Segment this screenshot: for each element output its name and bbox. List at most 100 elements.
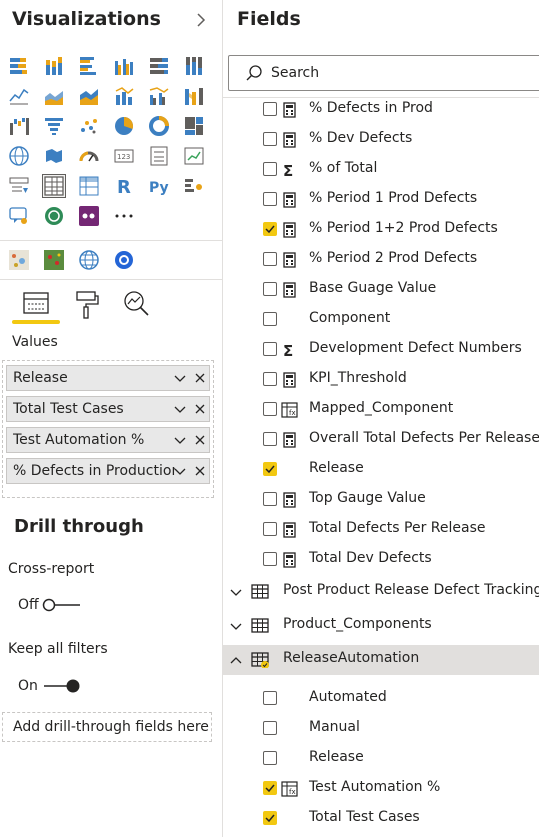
field-row[interactable]: fx Mapped_Component xyxy=(223,395,539,425)
field-checkbox[interactable] xyxy=(263,132,277,146)
slicer-icon[interactable] xyxy=(8,175,30,197)
field-row[interactable]: Σ Development Defect Numbers xyxy=(223,335,539,365)
field-row[interactable]: Σ % of Total xyxy=(223,155,539,185)
r-script-visual-icon[interactable]: R xyxy=(113,175,135,197)
field-row[interactable]: KPI_Threshold xyxy=(223,365,539,395)
analytics-magnifier-icon[interactable] xyxy=(116,287,156,323)
100-stacked-column-chart-icon[interactable] xyxy=(183,55,205,77)
field-checkbox[interactable] xyxy=(263,282,277,296)
field-row[interactable]: Component xyxy=(223,305,539,335)
field-row[interactable]: Overall Total Defects Per Release xyxy=(223,425,539,455)
gauge-icon[interactable] xyxy=(78,145,100,167)
kpi-icon[interactable] xyxy=(183,145,205,167)
field-checkbox[interactable] xyxy=(263,492,277,506)
remove-field-icon[interactable] xyxy=(193,402,207,416)
chevron-down-icon[interactable] xyxy=(173,402,187,416)
line-and-stacked-column-chart-icon[interactable] xyxy=(113,85,135,107)
100-stacked-bar-chart-icon[interactable] xyxy=(148,55,170,77)
remove-field-icon[interactable] xyxy=(193,433,207,447)
field-row[interactable]: Base Guage Value xyxy=(223,275,539,305)
table-icon[interactable] xyxy=(42,174,66,198)
field-row[interactable]: fx Test Automation % xyxy=(223,774,539,804)
field-checkbox[interactable] xyxy=(263,312,277,326)
donut-chart-icon[interactable] xyxy=(148,115,170,137)
area-chart-icon[interactable] xyxy=(43,85,65,107)
cross-report-toggle[interactable] xyxy=(42,597,82,613)
collapse-chevron-icon[interactable] xyxy=(193,12,209,28)
field-checkbox[interactable] xyxy=(263,552,277,566)
field-row[interactable]: Total Dev Defects xyxy=(223,545,539,575)
stacked-column-chart-icon[interactable] xyxy=(43,55,65,77)
field-row[interactable]: Total Defects Per Release xyxy=(223,515,539,545)
value-well-pill[interactable]: % Defects in Production xyxy=(6,458,210,484)
field-row[interactable]: % Dev Defects xyxy=(223,125,539,155)
field-checkbox[interactable] xyxy=(263,372,277,386)
field-checkbox[interactable] xyxy=(263,402,277,416)
pie-chart-icon[interactable] xyxy=(113,115,135,137)
clustered-column-chart-icon[interactable] xyxy=(113,55,135,77)
search-input[interactable]: Search xyxy=(271,65,319,81)
chevron-down-icon[interactable] xyxy=(173,371,187,385)
field-checkbox[interactable] xyxy=(263,432,277,446)
more-visuals-icon[interactable] xyxy=(113,205,135,227)
chevron-down-icon[interactable] xyxy=(229,619,243,633)
clustered-bar-chart-icon[interactable] xyxy=(78,55,100,77)
field-row[interactable]: Top Gauge Value xyxy=(223,485,539,515)
card-icon[interactable]: 123 xyxy=(113,145,135,167)
field-row[interactable]: Release xyxy=(223,455,539,485)
waterfall-chart-icon[interactable] xyxy=(8,115,30,137)
value-well-pill[interactable]: Total Test Cases xyxy=(6,396,210,422)
map-icon[interactable] xyxy=(8,145,30,167)
value-well-pill[interactable]: Release xyxy=(6,365,210,391)
field-checkbox[interactable] xyxy=(263,811,277,825)
funnel-chart-icon[interactable] xyxy=(43,115,65,137)
python-visual-icon[interactable]: Py xyxy=(148,175,170,197)
field-checkbox[interactable] xyxy=(263,192,277,206)
key-influencers-icon[interactable] xyxy=(183,175,205,197)
custom-visual-circle-icon[interactable] xyxy=(113,249,135,271)
field-row[interactable]: Release xyxy=(223,744,539,774)
table-row[interactable]: Post Product Release Defect Tracking xyxy=(223,577,539,607)
filled-map-icon[interactable] xyxy=(43,145,65,167)
line-chart-icon[interactable] xyxy=(8,85,30,107)
search-box[interactable]: Search xyxy=(228,55,539,91)
field-row[interactable]: % Period 1+2 Prod Defects xyxy=(223,215,539,245)
table-row[interactable]: Product_Components xyxy=(223,611,539,641)
field-checkbox[interactable] xyxy=(263,462,277,476)
field-checkbox[interactable] xyxy=(263,522,277,536)
field-checkbox[interactable] xyxy=(263,721,277,735)
field-row[interactable]: Automated xyxy=(223,684,539,714)
remove-field-icon[interactable] xyxy=(193,371,207,385)
table-row[interactable]: ReleaseAutomation xyxy=(223,645,539,675)
values-well[interactable]: Release Total Test Cases Test Automation… xyxy=(2,360,214,498)
matrix-icon[interactable] xyxy=(78,175,100,197)
field-checkbox[interactable] xyxy=(263,162,277,176)
custom-visual-map-icon[interactable] xyxy=(43,249,65,271)
ribbon-chart-icon[interactable] xyxy=(183,85,205,107)
stacked-area-chart-icon[interactable] xyxy=(78,85,100,107)
value-well-pill[interactable]: Test Automation % xyxy=(6,427,210,453)
chevron-down-icon[interactable] xyxy=(173,464,187,478)
treemap-icon[interactable] xyxy=(183,115,205,137)
qa-visual-icon[interactable] xyxy=(8,205,30,227)
field-row[interactable]: % Period 2 Prod Defects xyxy=(223,245,539,275)
field-checkbox[interactable] xyxy=(263,751,277,765)
fields-tab-icon[interactable] xyxy=(16,287,56,323)
chevron-down-icon[interactable] xyxy=(173,433,187,447)
field-row[interactable]: Manual xyxy=(223,714,539,744)
power-apps-icon[interactable] xyxy=(78,205,100,227)
custom-visual-globe-icon[interactable] xyxy=(78,249,100,271)
arcgis-map-icon[interactable] xyxy=(43,205,65,227)
scatter-chart-icon[interactable] xyxy=(78,115,100,137)
keep-filters-toggle[interactable] xyxy=(42,678,82,694)
line-and-clustered-column-chart-icon[interactable] xyxy=(148,85,170,107)
field-checkbox[interactable] xyxy=(263,342,277,356)
multi-row-card-icon[interactable] xyxy=(148,145,170,167)
custom-visual-heatmap-icon[interactable] xyxy=(8,249,30,271)
field-row[interactable]: % Period 1 Prod Defects xyxy=(223,185,539,215)
field-checkbox[interactable] xyxy=(263,222,277,236)
field-row[interactable]: Total Test Cases xyxy=(223,804,539,834)
field-row[interactable]: % Defects in Prod xyxy=(223,98,539,125)
field-checkbox[interactable] xyxy=(263,102,277,116)
remove-field-icon[interactable] xyxy=(193,464,207,478)
